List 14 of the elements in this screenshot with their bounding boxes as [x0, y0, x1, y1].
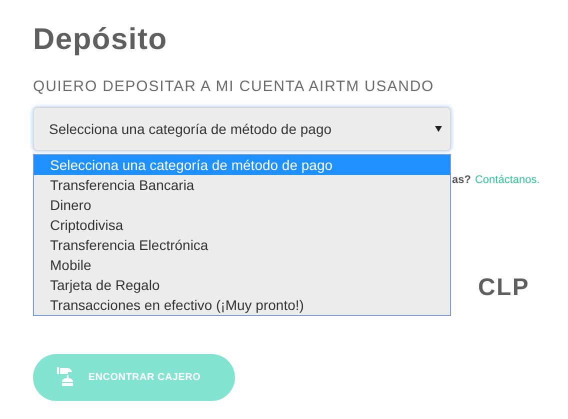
dropdown-option[interactable]: Transacciones en efectivo (¡Muy pronto!): [34, 295, 450, 315]
dropdown-option[interactable]: Criptodivisa: [34, 215, 450, 235]
currency-code: CLP: [478, 274, 530, 300]
category-select[interactable]: Selecciona una categoría de método de pago: [33, 107, 451, 151]
section-label: QUIERO DEPOSITAR A MI CUENTA AIRTM USANDO: [33, 77, 434, 97]
hand-bell-icon: [57, 367, 76, 387]
caret-icon: [435, 126, 442, 132]
help-text: as?: [452, 173, 471, 188]
dropdown-option[interactable]: Mobile: [34, 255, 450, 275]
dropdown-option[interactable]: Tarjeta de Regalo: [34, 275, 450, 295]
page-title: Depósito: [33, 22, 168, 58]
dropdown-option[interactable]: Transferencia Bancaria: [34, 175, 450, 195]
dropdown-option[interactable]: Dinero: [34, 195, 450, 215]
dropdown-option[interactable]: Transferencia Electrónica: [34, 235, 450, 255]
